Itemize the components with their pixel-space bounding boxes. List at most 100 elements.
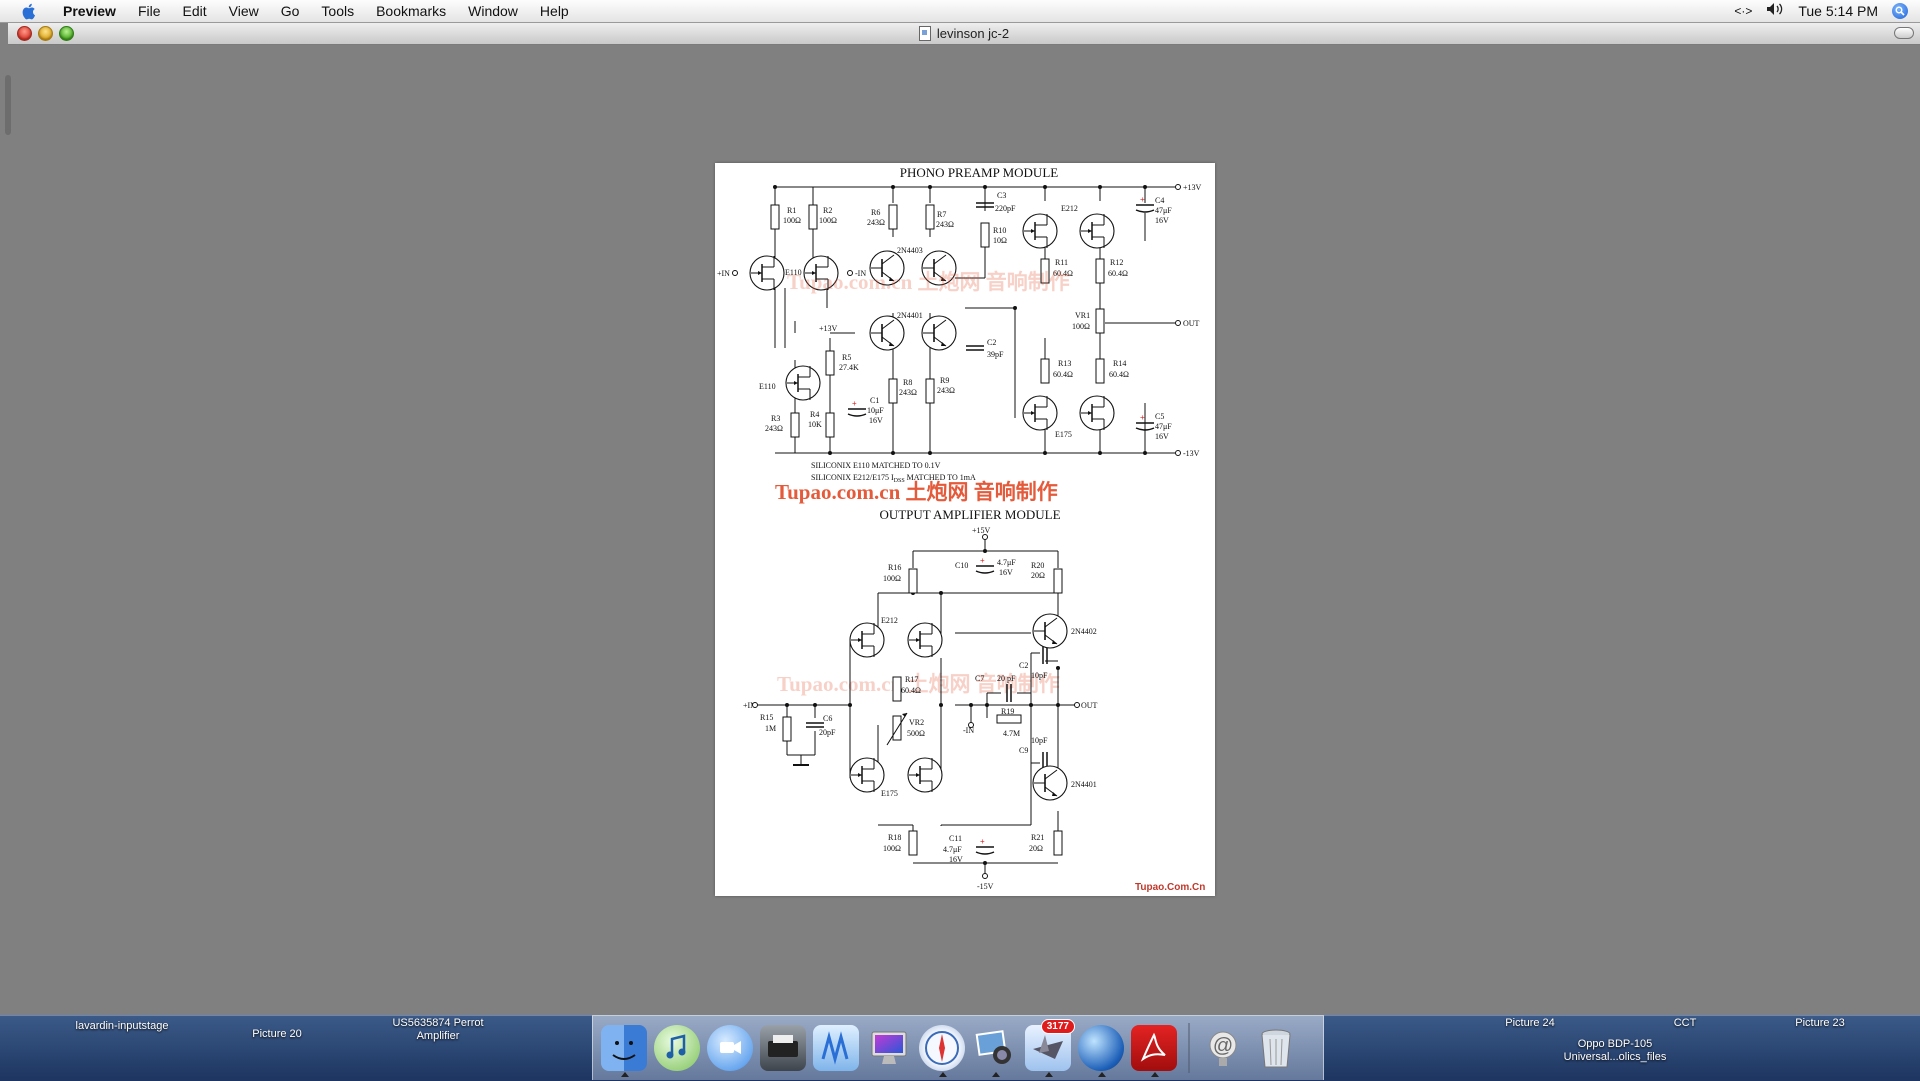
acrobat-icon[interactable] bbox=[1131, 1025, 1177, 1077]
watermark-faint-top: Tupao.com.cn 土炮网 音响制作 bbox=[787, 270, 1070, 294]
menu-go[interactable]: Go bbox=[270, 0, 311, 22]
desktop-folder-oppo[interactable]: Oppo BDP-105 Universal...olics_files bbox=[1535, 1038, 1695, 1064]
top-rail-neg: -13V bbox=[1183, 449, 1200, 458]
desktop-file-cct[interactable]: CCT bbox=[1655, 1017, 1715, 1030]
at-sign-icon[interactable]: @ bbox=[1200, 1025, 1246, 1071]
ichat-icon[interactable] bbox=[707, 1025, 753, 1071]
top-out-label: OUT bbox=[1183, 319, 1200, 328]
menu-help[interactable]: Help bbox=[529, 0, 580, 22]
lbl-r18: R18 bbox=[888, 833, 901, 842]
lbl-e110b: E110 bbox=[759, 382, 776, 391]
lbl-r4v: 10K bbox=[808, 420, 822, 429]
lbl-c9v: 10pF bbox=[1031, 736, 1048, 745]
menu-clock[interactable]: Tue 5:14 PM bbox=[1798, 0, 1878, 22]
lbl-vr2v: 500Ω bbox=[907, 729, 925, 738]
schematic-drawing: + PHONO PREAMP MODULE bbox=[717, 165, 1205, 893]
lbl-r14: R14 bbox=[1113, 359, 1126, 368]
lbl-r19: R19 bbox=[1001, 707, 1014, 716]
lbl-r2v: 100Ω bbox=[819, 216, 837, 225]
lbl-c1u: 16V bbox=[869, 416, 883, 425]
lbl-r8: R8 bbox=[903, 378, 912, 387]
lbl-c7v: 20 pF bbox=[997, 674, 1016, 683]
lbl-r10: R10 bbox=[993, 226, 1006, 235]
volume-icon[interactable] bbox=[1766, 0, 1784, 22]
menu-bookmarks[interactable]: Bookmarks bbox=[365, 0, 457, 22]
menu-window[interactable]: Window bbox=[457, 0, 529, 22]
lbl-r1v: 100Ω bbox=[783, 216, 801, 225]
lbl-e175-b: E175 bbox=[881, 789, 898, 798]
itunes-icon[interactable] bbox=[654, 1025, 700, 1071]
lbl-r17: R17 bbox=[905, 675, 918, 684]
lbl-r15: R15 bbox=[760, 713, 773, 722]
finder-icon[interactable] bbox=[601, 1025, 647, 1077]
menu-edit[interactable]: Edit bbox=[172, 0, 218, 22]
lbl-r7: R7 bbox=[937, 210, 946, 219]
document-proxy-icon[interactable] bbox=[918, 25, 931, 41]
document-page[interactable]: + PHONO PREAMP MODULE bbox=[715, 163, 1215, 896]
desktop-file-picture24[interactable]: Picture 24 bbox=[1490, 1017, 1570, 1030]
mail-badge: 3177 bbox=[1040, 1019, 1075, 1034]
iphoto-icon[interactable] bbox=[972, 1025, 1018, 1077]
lbl-q-npn-b: 2N4401 bbox=[1071, 780, 1097, 789]
desktop-file-us5635874[interactable]: US5635874 Perrot Amplifier bbox=[378, 1017, 498, 1043]
top-in-pos-label: +IN bbox=[717, 269, 730, 278]
window-titlebar[interactable]: levinson jc-2 bbox=[8, 22, 1920, 45]
lbl-r13: R13 bbox=[1058, 359, 1071, 368]
window-title: levinson jc-2 bbox=[936, 25, 1010, 41]
watermark-main: Tupao.com.cn 土炮网 音响制作 bbox=[775, 480, 1058, 504]
spotlight-icon[interactable] bbox=[1892, 3, 1908, 19]
desktop-file-picture20[interactable]: Picture 20 bbox=[232, 1028, 322, 1041]
bottom-out-label: OUT bbox=[1081, 701, 1098, 710]
lbl-r3: R3 bbox=[771, 414, 780, 423]
credit-text: Tupao.Com.Cn bbox=[1135, 882, 1205, 893]
lbl-c5: C5 bbox=[1155, 412, 1164, 421]
desktop-file-picture23[interactable]: Picture 23 bbox=[1780, 1017, 1860, 1030]
lbl-r8v: 243Ω bbox=[899, 388, 917, 397]
menu-app-name[interactable]: Preview bbox=[52, 0, 127, 22]
bottom-rail-neg: -15V bbox=[977, 882, 994, 891]
trash-icon[interactable] bbox=[1253, 1025, 1299, 1071]
top-rail-pos: +13V bbox=[1183, 183, 1202, 192]
imac-icon[interactable] bbox=[866, 1025, 912, 1071]
desktop-folder-oppo-line2: Universal...olics_files bbox=[1563, 1051, 1667, 1063]
lbl-c10u: 16V bbox=[999, 568, 1013, 577]
printer-icon[interactable] bbox=[760, 1025, 806, 1071]
lbl-r16v: 100Ω bbox=[883, 574, 901, 583]
lbl-r9v: 243Ω bbox=[937, 386, 955, 395]
lbl-c5v: 47μF bbox=[1155, 422, 1172, 431]
safari-icon[interactable] bbox=[919, 1025, 965, 1077]
lbl-c5u: 16V bbox=[1155, 432, 1169, 441]
lbl-q-pnp-b: 2N4402 bbox=[1071, 627, 1097, 636]
sync-icon[interactable]: <·> bbox=[1734, 0, 1752, 22]
note-e110: SILICONIX E110 MATCHED TO 0.1V bbox=[811, 461, 941, 470]
lbl-c4u: 16V bbox=[1155, 216, 1169, 225]
lbl-c10: C10 bbox=[955, 561, 968, 570]
mail-stamp-icon[interactable]: 3177 bbox=[1025, 1019, 1075, 1077]
globe-icon[interactable] bbox=[1078, 1025, 1124, 1077]
lbl-c4: C4 bbox=[1155, 196, 1164, 205]
tools-icon[interactable] bbox=[813, 1025, 859, 1071]
lbl-e175: E175 bbox=[1055, 430, 1072, 439]
lbl-c6: C6 bbox=[823, 714, 832, 723]
menu-tools[interactable]: Tools bbox=[310, 0, 365, 22]
lbl-r18v: 100Ω bbox=[883, 844, 901, 853]
toolbar-toggle-button[interactable] bbox=[1894, 27, 1914, 39]
drawer-edge[interactable] bbox=[5, 75, 11, 135]
menu-view[interactable]: View bbox=[218, 0, 270, 22]
lbl-r20: R20 bbox=[1031, 561, 1044, 570]
desktop-file-lavardin[interactable]: lavardin-inputstage bbox=[52, 1020, 192, 1033]
apple-menu-icon[interactable] bbox=[18, 0, 38, 22]
lbl-c3v: 220pF bbox=[995, 204, 1016, 213]
lbl-c4v: 47μF bbox=[1155, 206, 1172, 215]
lbl-plus13: +13V bbox=[819, 324, 838, 333]
bottom-rail-pos: +15V bbox=[972, 526, 991, 535]
lbl-r6: R6 bbox=[871, 208, 880, 217]
lbl-r14v: 60.4Ω bbox=[1109, 370, 1129, 379]
lbl-r13v: 60.4Ω bbox=[1053, 370, 1073, 379]
lbl-c3: C3 bbox=[997, 191, 1006, 200]
lbl-r6v: 243Ω bbox=[867, 218, 885, 227]
lbl-r3v: 243Ω bbox=[765, 424, 783, 433]
desktop-file-us5635874-line2: Amplifier bbox=[416, 1030, 460, 1042]
lbl-c6v: 20pF bbox=[819, 728, 836, 737]
menu-file[interactable]: File bbox=[127, 0, 172, 22]
